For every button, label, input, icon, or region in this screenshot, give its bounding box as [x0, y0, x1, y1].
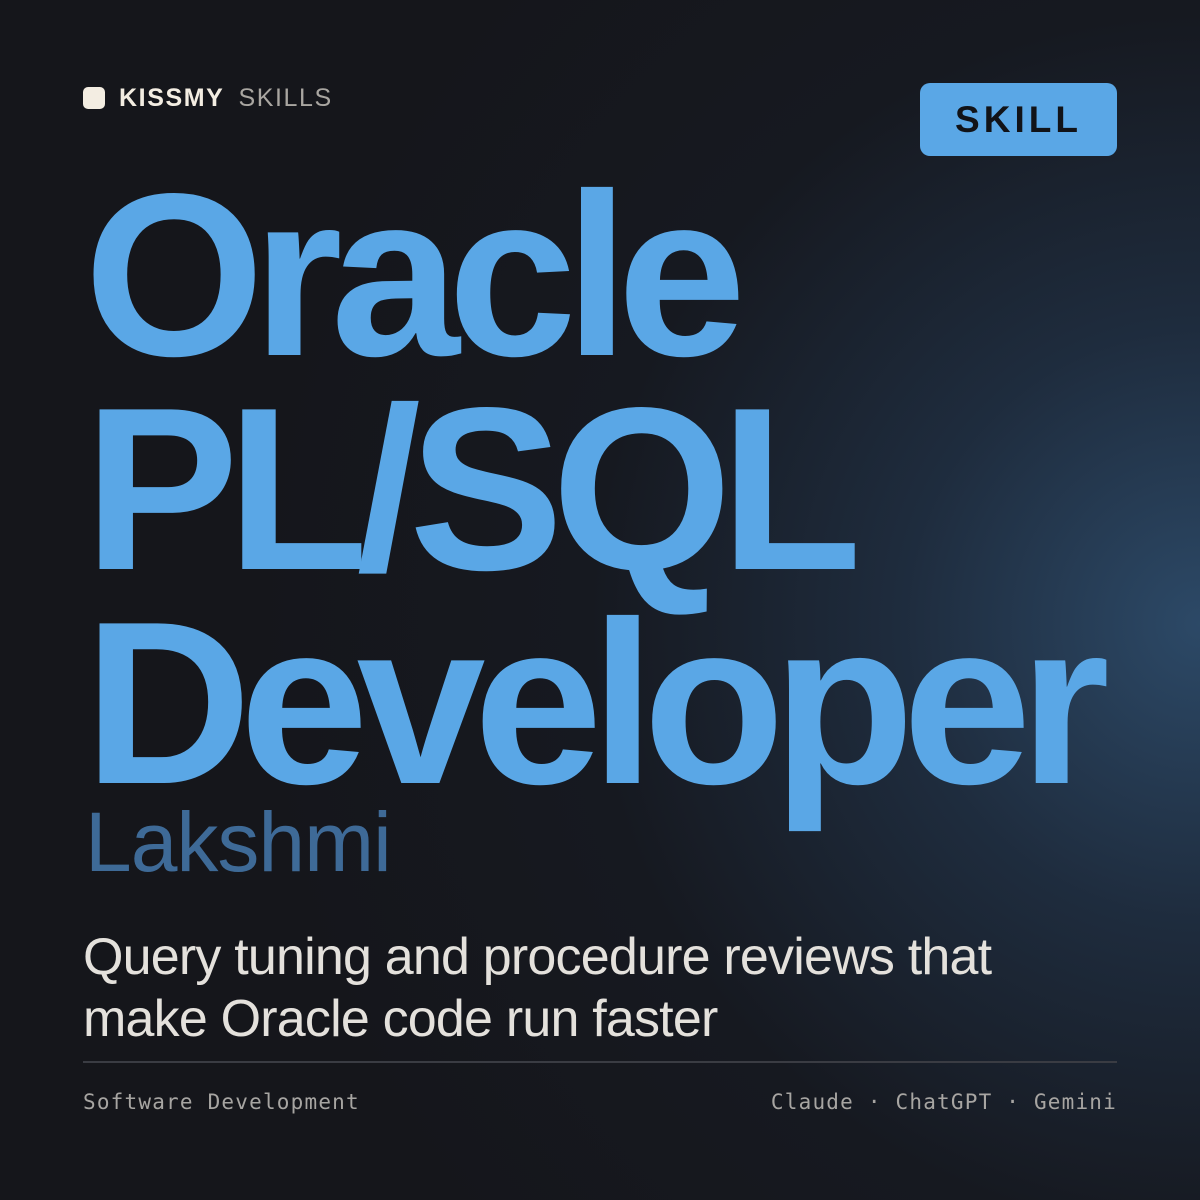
title-line-3: Developer	[84, 574, 1110, 833]
brand-name-light: SKILLS	[238, 83, 333, 112]
divider	[83, 1061, 1117, 1063]
brand-name-bold: KISSMY	[119, 83, 225, 112]
title-line-2: PL/SQL	[84, 360, 862, 619]
platforms-label: Claude · ChatGPT · Gemini	[770, 1090, 1117, 1114]
title-line-1: Oracle	[84, 146, 746, 405]
category-label: Software Development	[83, 1090, 360, 1114]
skill-badge: SKILL	[920, 83, 1117, 156]
brand-logo: KISSMY SKILLS	[83, 84, 333, 112]
description: Query tuning and procedure reviews that …	[83, 928, 992, 1048]
author-name: Lakshmi	[85, 795, 392, 889]
square-logo-icon	[83, 87, 105, 109]
